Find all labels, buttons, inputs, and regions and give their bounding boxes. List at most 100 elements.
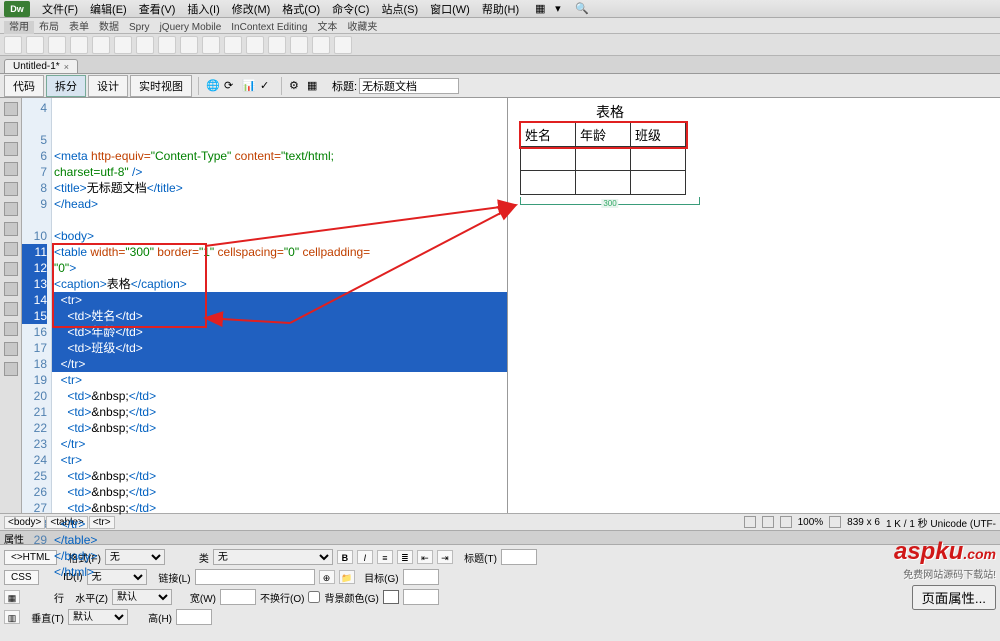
menu-item[interactable]: 编辑(E) — [84, 3, 133, 17]
menu-item[interactable]: 插入(I) — [181, 3, 225, 17]
code-line[interactable]: <td>&nbsp;</td> — [52, 500, 507, 516]
toolbar-icon[interactable]: ✓ — [259, 78, 275, 94]
code-tool-icon[interactable] — [4, 242, 18, 256]
code-tool-icon[interactable] — [4, 202, 18, 216]
insert-tab[interactable]: 收藏夹 — [342, 21, 382, 34]
code-tool-icon[interactable] — [4, 302, 18, 316]
table-cell[interactable] — [521, 147, 576, 171]
code-line[interactable]: <tr> — [52, 372, 507, 388]
tool-btn[interactable] — [158, 36, 176, 54]
html-tab[interactable]: <>HTML — [4, 550, 57, 565]
code-line[interactable]: <td>&nbsp;</td> — [52, 468, 507, 484]
menu-item[interactable]: 文件(F) — [36, 3, 84, 17]
toolbar-icon[interactable]: 🌐 — [205, 78, 221, 94]
code-tool-icon[interactable] — [4, 142, 18, 156]
tool-btn[interactable] — [26, 36, 44, 54]
tool-btn[interactable] — [224, 36, 242, 54]
doc-tab[interactable]: Untitled-1* × — [4, 59, 78, 73]
split-view-btn[interactable]: 拆分 — [46, 75, 86, 97]
tool-btn[interactable] — [268, 36, 286, 54]
code-line[interactable]: <td>&nbsp;</td> — [52, 388, 507, 404]
vert-select[interactable]: 默认 — [68, 609, 128, 625]
css-tab[interactable]: CSS — [4, 570, 39, 585]
breadcrumb-item[interactable]: <body> — [4, 516, 45, 529]
table-cell[interactable]: 年龄 — [576, 123, 631, 147]
table-cell[interactable] — [521, 171, 576, 195]
menu-item[interactable]: 查看(V) — [133, 3, 182, 17]
table-row[interactable] — [521, 147, 686, 171]
page-props-btn[interactable]: 页面属性... — [912, 585, 996, 610]
code-line[interactable]: <td>年龄</td> — [52, 324, 507, 340]
insert-tab[interactable]: 表单 — [64, 21, 94, 34]
code-editor[interactable]: <meta http-equiv="Content-Type" content=… — [52, 98, 507, 513]
code-tool-icon[interactable] — [4, 182, 18, 196]
code-line[interactable]: </table> — [52, 532, 507, 548]
code-line[interactable]: <caption>表格</caption> — [52, 276, 507, 292]
tool-btn[interactable] — [312, 36, 330, 54]
toolbar-icon[interactable]: ⚙ — [288, 78, 304, 94]
design-pane[interactable]: 表格 姓名 年龄 班级 — [508, 98, 1000, 513]
toolbar-icon[interactable]: 📊 — [241, 78, 257, 94]
code-tool-icon[interactable] — [4, 362, 18, 376]
table-cell[interactable] — [576, 147, 631, 171]
code-line[interactable]: <td>姓名</td> — [52, 308, 507, 324]
code-line[interactable]: <tr> — [52, 452, 507, 468]
code-tool-icon[interactable] — [4, 162, 18, 176]
code-line[interactable]: </tr> — [52, 356, 507, 372]
code-line[interactable]: <title>无标题文档</title> — [52, 180, 507, 196]
preview-table[interactable]: 姓名 年龄 班级 — [520, 122, 686, 195]
table-cell[interactable] — [576, 171, 631, 195]
menu-item[interactable]: 帮助(H) — [476, 3, 525, 17]
insert-tab[interactable]: Spry — [124, 21, 155, 34]
insert-tab[interactable]: InContext Editing — [226, 21, 312, 34]
height-input[interactable] — [176, 609, 212, 625]
design-view-btn[interactable]: 设计 — [88, 75, 128, 97]
code-tool-icon[interactable] — [4, 262, 18, 276]
tool-btn[interactable] — [114, 36, 132, 54]
live-view-btn[interactable]: 实时视图 — [130, 75, 192, 97]
dropdown-icon[interactable]: ▾ — [555, 2, 569, 16]
code-line[interactable]: <td>&nbsp;</td> — [52, 420, 507, 436]
code-tool-icon[interactable] — [4, 322, 18, 336]
tool-btn[interactable] — [180, 36, 198, 54]
code-line[interactable]: <td>&nbsp;</td> — [52, 404, 507, 420]
code-tool-icon[interactable] — [4, 342, 18, 356]
menu-item[interactable]: 站点(S) — [375, 3, 424, 17]
code-line[interactable]: </tr> — [52, 436, 507, 452]
code-line[interactable]: <table width="300" border="1" cellspacin… — [52, 244, 507, 260]
insert-tab[interactable]: 布局 — [34, 21, 64, 34]
code-line[interactable]: </body> — [52, 548, 507, 564]
code-tool-icon[interactable] — [4, 102, 18, 116]
code-tool-icon[interactable] — [4, 282, 18, 296]
zoom-level[interactable]: 100% — [798, 517, 824, 528]
code-tool-icon[interactable] — [4, 222, 18, 236]
code-line[interactable]: </html> — [52, 564, 507, 580]
code-line[interactable]: <tr> — [52, 292, 507, 308]
table-cell[interactable]: 班级 — [631, 123, 686, 147]
code-line[interactable]: </tr> — [52, 516, 507, 532]
code-view-btn[interactable]: 代码 — [4, 75, 44, 97]
table-cell[interactable] — [631, 147, 686, 171]
code-line[interactable]: charset=utf-8" /> — [52, 164, 507, 180]
code-line[interactable] — [52, 580, 507, 596]
code-pane[interactable]: 4567891011121314151617181920212223242526… — [22, 98, 508, 513]
search-icon[interactable]: 🔍 — [575, 2, 589, 16]
code-line[interactable]: <meta http-equiv="Content-Type" content=… — [52, 148, 507, 164]
code-line[interactable]: <td>&nbsp;</td> — [52, 484, 507, 500]
insert-tab[interactable]: 文本 — [312, 21, 342, 34]
tool-btn[interactable] — [70, 36, 88, 54]
tool-btn[interactable] — [246, 36, 264, 54]
tool-btn[interactable] — [136, 36, 154, 54]
hand-tool-icon[interactable] — [744, 516, 756, 528]
tool-btn[interactable] — [4, 36, 22, 54]
code-line[interactable]: </head> — [52, 196, 507, 212]
code-line[interactable] — [52, 212, 507, 228]
table-cell[interactable]: 姓名 — [521, 123, 576, 147]
ruler-icon[interactable] — [829, 516, 841, 528]
code-tool-icon[interactable] — [4, 122, 18, 136]
title-input[interactable] — [359, 78, 459, 94]
tool-btn[interactable] — [48, 36, 66, 54]
menu-item[interactable]: 格式(O) — [276, 3, 326, 17]
select-tool-icon[interactable] — [762, 516, 774, 528]
table-row[interactable]: 姓名 年龄 班级 — [521, 123, 686, 147]
